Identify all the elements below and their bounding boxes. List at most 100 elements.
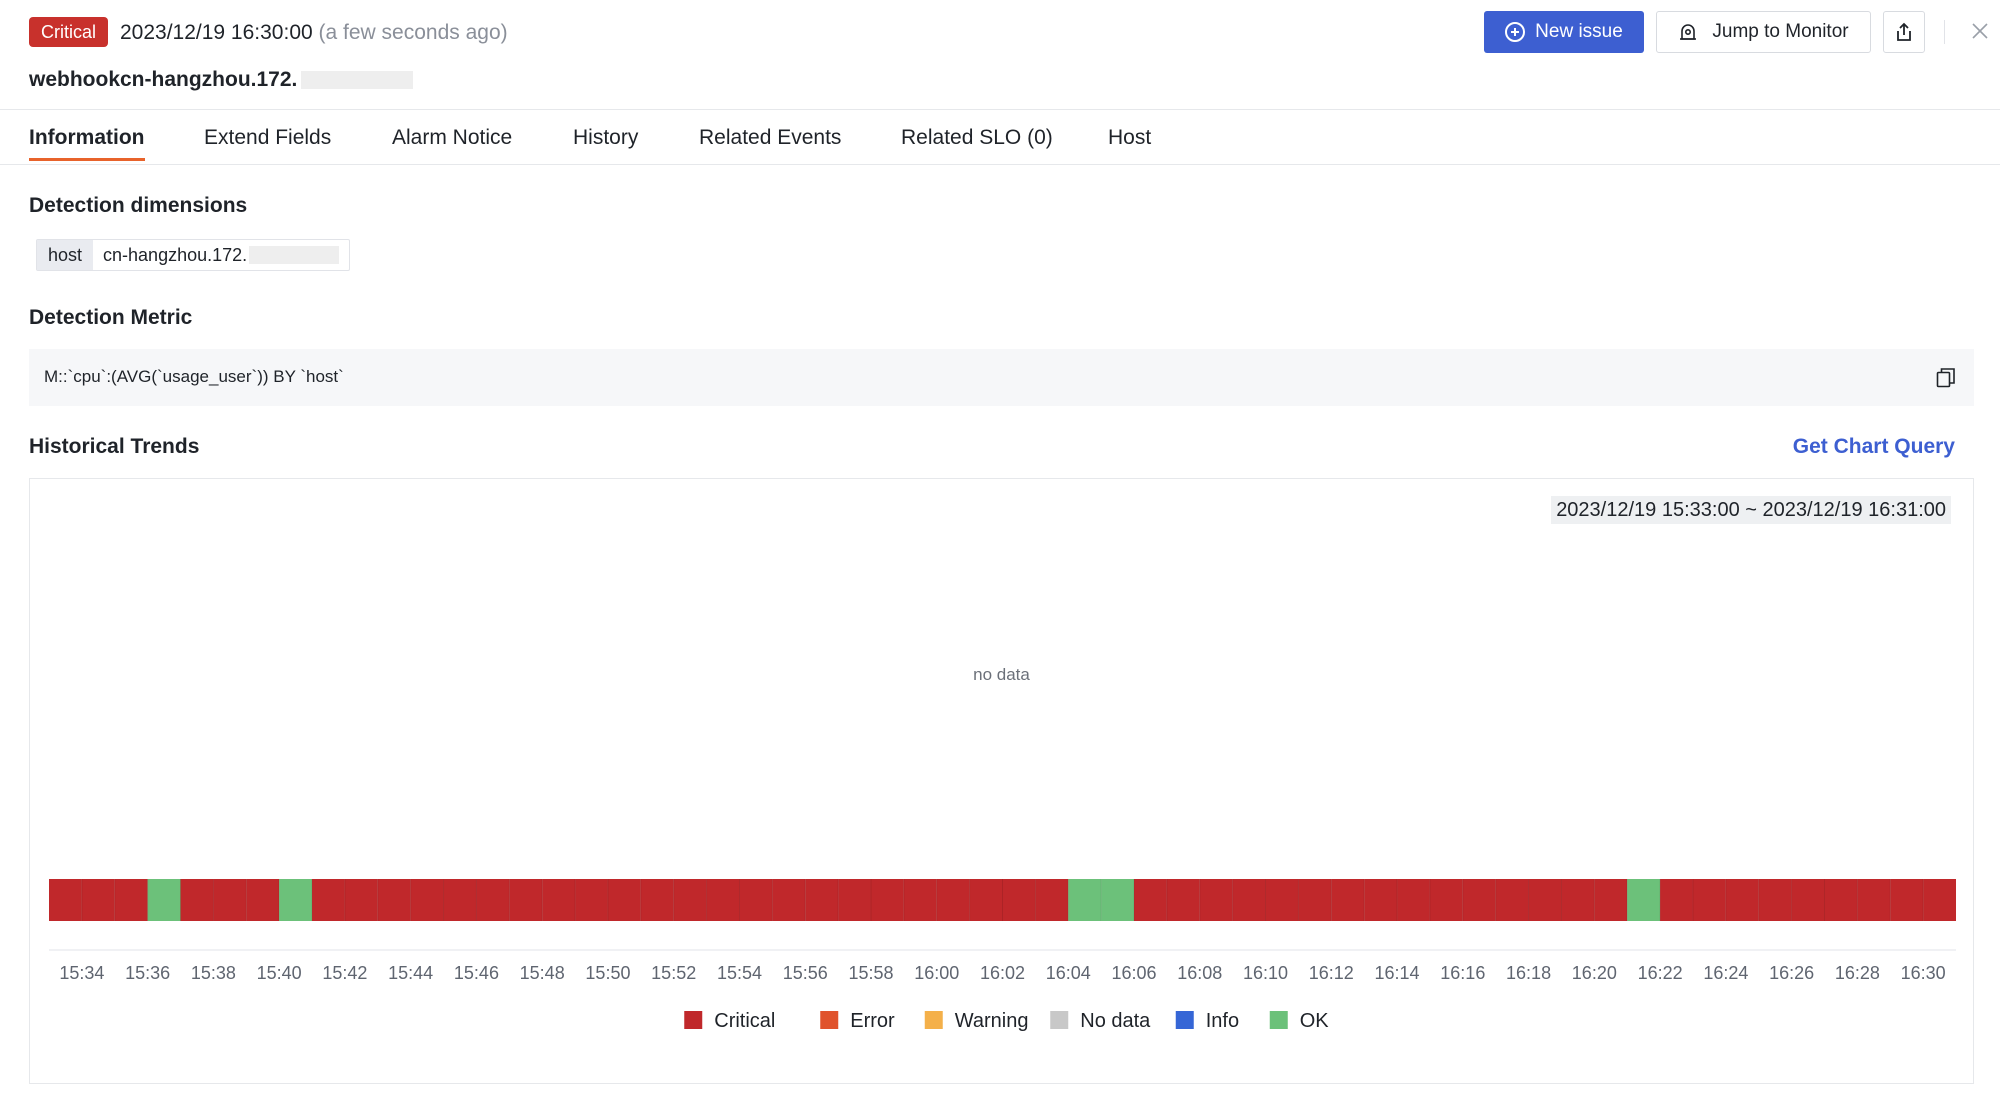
status-cell-critical[interactable] — [838, 879, 871, 921]
jump-to-monitor-label: Jump to Monitor — [1712, 21, 1849, 42]
status-cell-critical[interactable] — [640, 879, 674, 921]
status-cell-critical[interactable] — [1594, 879, 1628, 921]
x-tick-label: 16:00 — [914, 963, 959, 983]
legend-swatch-error[interactable] — [820, 1011, 839, 1029]
status-cell-critical[interactable] — [213, 879, 247, 921]
status-cell-critical[interactable] — [1824, 879, 1858, 921]
status-cell-critical[interactable] — [1692, 879, 1726, 921]
status-cell-critical[interactable] — [1791, 879, 1825, 921]
x-tick-label: 15:46 — [454, 963, 499, 983]
status-cell-ok[interactable] — [1068, 879, 1102, 921]
status-cell-critical[interactable] — [1890, 879, 1924, 921]
status-cell-ok[interactable] — [1101, 879, 1135, 921]
status-cell-critical[interactable] — [114, 879, 148, 921]
status-cell-critical[interactable] — [344, 879, 378, 921]
get-chart-query-link[interactable]: Get Chart Query — [1793, 433, 1955, 461]
status-cell-critical[interactable] — [509, 879, 543, 921]
legend-label-no-data[interactable]: No data — [1080, 1010, 1151, 1032]
status-cell-critical[interactable] — [49, 879, 82, 921]
status-cell-critical[interactable] — [1923, 879, 1956, 921]
x-tick-label: 15:36 — [125, 963, 170, 983]
monitor-icon — [1680, 24, 1697, 40]
status-cell-critical[interactable] — [542, 879, 576, 921]
tab-related-slo[interactable]: Related SLO (0) — [901, 124, 1053, 152]
status-cell-ok[interactable] — [147, 879, 181, 921]
status-cell-critical[interactable] — [969, 879, 1003, 921]
status-cell-critical[interactable] — [1002, 879, 1036, 921]
tab-extend-fields[interactable]: Extend Fields — [204, 124, 331, 152]
tab-history[interactable]: History — [573, 124, 638, 152]
status-cell-critical[interactable] — [1166, 879, 1200, 921]
status-cell-critical[interactable] — [1660, 879, 1693, 921]
status-cell-critical[interactable] — [443, 879, 477, 921]
status-cell-critical[interactable] — [1462, 879, 1496, 921]
x-tick-label: 16:26 — [1769, 963, 1814, 983]
status-cell-critical[interactable] — [180, 879, 214, 921]
tab-information[interactable]: Information — [29, 124, 145, 152]
status-cell-critical[interactable] — [476, 879, 510, 921]
new-issue-button[interactable]: New issue — [1484, 11, 1644, 53]
status-cell-critical[interactable] — [1331, 879, 1365, 921]
legend-swatch-ok[interactable] — [1269, 1011, 1288, 1029]
x-tick-label: 16:30 — [1901, 963, 1946, 983]
tab-alarm-notice[interactable]: Alarm Notice — [392, 124, 512, 152]
status-cell-critical[interactable] — [1265, 879, 1299, 921]
status-cell-critical[interactable] — [1857, 879, 1891, 921]
status-cell-critical[interactable] — [377, 879, 411, 921]
status-cell-critical[interactable] — [772, 879, 806, 921]
metric-query-box: M::`cpu`:(AVG(`usage_user`)) BY `host` — [29, 349, 1974, 406]
x-tick-label: 15:38 — [191, 963, 236, 983]
status-cell-ok[interactable] — [1627, 879, 1661, 921]
status-cell-critical[interactable] — [1725, 879, 1759, 921]
status-cell-critical[interactable] — [1134, 879, 1167, 921]
severity-badge: Critical — [29, 17, 109, 47]
status-cell-critical[interactable] — [805, 879, 839, 921]
status-cell-critical[interactable] — [410, 879, 444, 921]
status-cell-critical[interactable] — [1199, 879, 1233, 921]
legend-swatch-no-data[interactable] — [1050, 1011, 1069, 1029]
legend-label-info[interactable]: Info — [1206, 1010, 1239, 1032]
status-cell-critical[interactable] — [673, 879, 707, 921]
status-cell-critical[interactable] — [1298, 879, 1332, 921]
status-cell-critical[interactable] — [575, 879, 608, 921]
status-cell-critical[interactable] — [607, 879, 641, 921]
status-cell-critical[interactable] — [1758, 879, 1792, 921]
legend-swatch-critical[interactable] — [684, 1011, 703, 1029]
status-cell-critical[interactable] — [1397, 879, 1430, 921]
dimension-value-text: cn-hangzhou.172. — [103, 245, 248, 265]
status-cell-critical[interactable] — [1364, 879, 1398, 921]
close-icon[interactable] — [1969, 20, 1991, 42]
status-cell-critical[interactable] — [1495, 879, 1529, 921]
legend-label-error[interactable]: Error — [850, 1010, 895, 1032]
share-button[interactable] — [1883, 11, 1925, 53]
status-cell-critical[interactable] — [1561, 879, 1595, 921]
x-tick-label: 16:16 — [1440, 963, 1485, 983]
status-cell-critical[interactable] — [936, 879, 970, 921]
status-cell-critical[interactable] — [1035, 879, 1069, 921]
status-cell-critical[interactable] — [1429, 879, 1463, 921]
status-cell-critical[interactable] — [312, 879, 345, 921]
status-cell-critical[interactable] — [870, 879, 904, 921]
status-cell-critical[interactable] — [903, 879, 937, 921]
dimension-value: cn-hangzhou.172. — [93, 240, 349, 270]
tab-host[interactable]: Host — [1108, 124, 1151, 152]
status-cell-critical[interactable] — [706, 879, 740, 921]
redacted-block — [301, 71, 414, 90]
status-cell-ok[interactable] — [279, 879, 313, 921]
copy-icon[interactable] — [1936, 367, 1956, 389]
legend-swatch-warning[interactable] — [924, 1011, 943, 1029]
status-cell-critical[interactable] — [1232, 879, 1266, 921]
redacted-block — [249, 246, 340, 264]
legend-label-ok[interactable]: OK — [1300, 1010, 1330, 1032]
active-tab-indicator — [29, 158, 145, 161]
status-cell-critical[interactable] — [246, 879, 280, 921]
tab-related-events[interactable]: Related Events — [699, 124, 841, 152]
x-tick-label: 16:14 — [1375, 963, 1420, 983]
status-cell-critical[interactable] — [81, 879, 115, 921]
legend-label-warning[interactable]: Warning — [955, 1010, 1029, 1032]
legend-label-critical[interactable]: Critical — [714, 1010, 775, 1032]
legend-swatch-info[interactable] — [1175, 1011, 1194, 1029]
jump-to-monitor-button[interactable]: Jump to Monitor — [1656, 11, 1871, 53]
status-cell-critical[interactable] — [1528, 879, 1562, 921]
status-cell-critical[interactable] — [739, 879, 773, 921]
